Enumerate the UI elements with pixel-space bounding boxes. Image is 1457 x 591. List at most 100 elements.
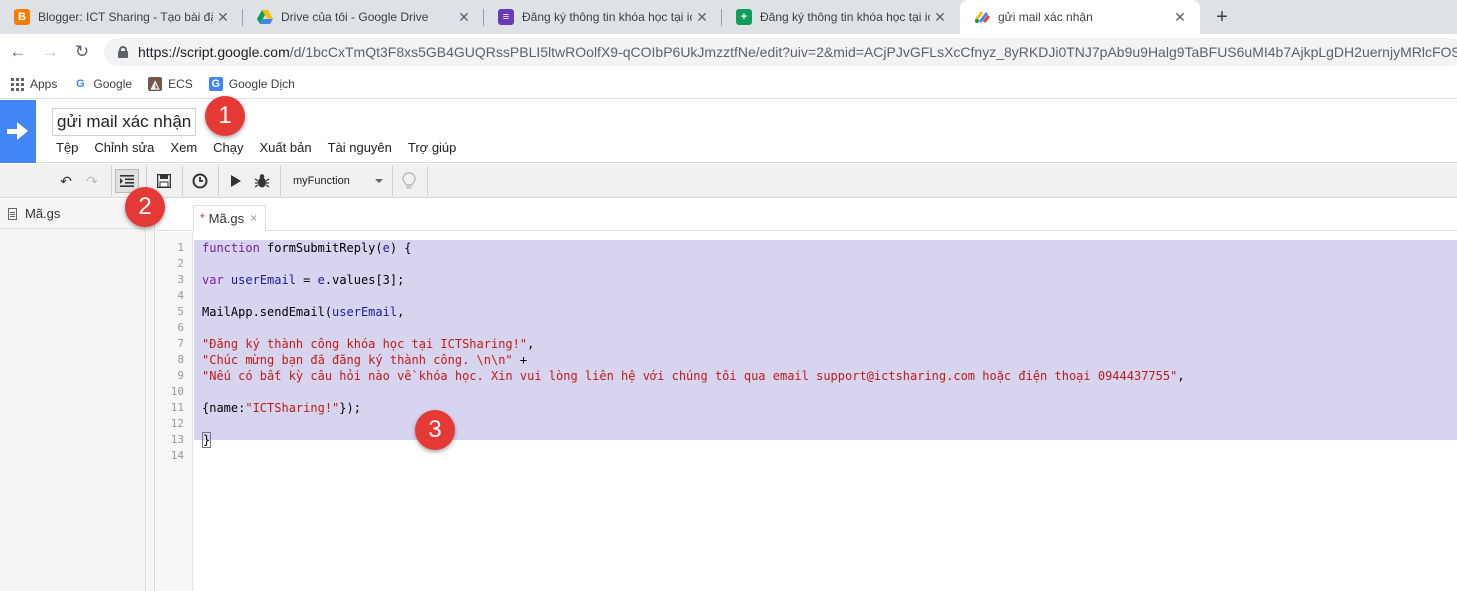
string-literal: "Đăng ký thành công khóa học tại ICTShar…	[202, 337, 528, 351]
line-number: 4	[177, 289, 184, 302]
bookmark-label: Google Dịch	[228, 77, 295, 91]
toolbar-separator	[111, 166, 112, 196]
code-editor[interactable]: function formSubmitReply(e) { var userEm…	[194, 232, 1457, 591]
line-number: 9	[177, 369, 184, 382]
panel-splitter[interactable]	[147, 199, 155, 591]
new-tab-button[interactable]: +	[1210, 5, 1234, 29]
string-literal: "Nếu có bất kỳ câu hỏi nào về khóa học. …	[202, 369, 1178, 383]
tab-label: Mã.gs	[208, 210, 245, 226]
lock-icon	[118, 46, 128, 58]
bookmark-apps[interactable]: Apps	[10, 77, 57, 91]
line-number: 13	[170, 433, 184, 446]
bookmark-google[interactable]: G Google	[73, 77, 132, 91]
close-icon[interactable]: ✕	[1170, 9, 1190, 26]
close-icon[interactable]: ✕	[213, 9, 233, 26]
code-text: ,	[397, 305, 405, 319]
browser-tab-strip: B Blogger: ICT Sharing - Tạo bài đă ✕ Dr…	[0, 0, 1457, 34]
undo-icon[interactable]: ↶	[54, 169, 78, 193]
menu-view[interactable]: Xem	[170, 140, 197, 155]
sheets-icon: +	[736, 9, 752, 25]
url-path: /d/1bcCxTmQt3F8xs5GB4GUQRssPBLI5ltwROolf…	[289, 44, 1457, 60]
menu-help[interactable]: Trợ giúp	[408, 140, 457, 155]
code-text: ,	[527, 337, 535, 351]
apps-script-logo-icon[interactable]	[0, 100, 36, 163]
tab-title: gửi mail xác nhận	[998, 10, 1093, 24]
line-number: 6	[177, 321, 184, 334]
toolbar-separator	[392, 166, 393, 196]
ecs-icon: ◭	[148, 77, 163, 91]
menu-edit[interactable]: Chỉnh sửa	[94, 140, 154, 155]
code-text: {name:	[202, 401, 246, 415]
menu-publish[interactable]: Xuất bản	[260, 140, 312, 155]
debug-bug-icon[interactable]	[250, 169, 274, 193]
browser-tab-sheets[interactable]: + Đăng ký thông tin khóa học tại ic ✕	[722, 0, 960, 34]
code-text: +	[512, 353, 528, 367]
line-number: 12	[170, 417, 184, 430]
line-number: 1	[177, 241, 184, 254]
tab-code-file[interactable]: * Mã.gs ×	[193, 205, 267, 231]
string-literal: "Chúc mừng bạn đã đăng ký thành công. \n…	[202, 353, 513, 367]
toolbar-separator	[427, 166, 428, 196]
forward-arrow-icon[interactable]: →	[38, 40, 62, 64]
menu-bar: Tệp Chỉnh sửa Xem Chạy Xuất bản Tài nguy…	[56, 140, 472, 155]
keyword: function	[202, 241, 260, 255]
project-title-input[interactable]: gửi mail xác nhận	[52, 108, 197, 136]
bookmark-google-translate[interactable]: G Google Dịch	[208, 77, 295, 91]
bookmark-label: ECS	[168, 77, 193, 91]
clock-icon[interactable]	[188, 169, 212, 193]
close-icon[interactable]: ✕	[454, 9, 474, 26]
variable: userEmail	[230, 273, 296, 287]
file-item-label: Mã.gs	[25, 206, 61, 221]
run-icon[interactable]	[224, 169, 248, 193]
menu-run[interactable]: Chạy	[213, 140, 243, 155]
code-text: .values[3];	[324, 273, 405, 287]
function-select[interactable]: myFunction	[285, 169, 389, 193]
apps-grid-icon	[10, 77, 24, 91]
url-host: https://script.google.com	[138, 44, 290, 60]
variable: userEmail	[332, 305, 398, 319]
line-number: 3	[177, 273, 184, 286]
line-number-gutter: 1 2 3 4 5 6 7 8 9 10 11 12 13 14	[156, 232, 193, 591]
toolbar-separator	[280, 166, 281, 196]
back-arrow-icon[interactable]: ←	[6, 40, 30, 64]
file-item[interactable]: Mã.gs	[0, 199, 146, 229]
tab-title: Đăng ký thông tin khóa học tại ic	[760, 10, 930, 24]
code-text: });	[339, 401, 361, 415]
close-icon[interactable]: ✕	[930, 9, 950, 26]
code-line-9: "Nếu có bất kỳ câu hỏi nào về khóa học. …	[202, 368, 1185, 384]
google-icon: G	[76, 78, 85, 90]
address-bar[interactable]: https://script.google.com/d/1bcCxTmQt3F8…	[104, 38, 1457, 66]
bookmark-label: Google	[93, 77, 133, 91]
browser-tab-forms[interactable]: ≡ Đăng ký thông tin khóa học tại ic ✕	[484, 0, 722, 34]
menu-file[interactable]: Tệp	[56, 140, 78, 155]
lightbulb-icon[interactable]	[397, 169, 421, 193]
menu-resources[interactable]: Tài nguyên	[328, 140, 392, 155]
browser-tab-blogger[interactable]: B Blogger: ICT Sharing - Tạo bài đă ✕	[0, 0, 243, 34]
blogger-icon: B	[14, 9, 30, 25]
code-text: formSubmitReply(	[259, 241, 383, 255]
line-number: 14	[170, 449, 184, 462]
close-icon[interactable]: ✕	[692, 9, 712, 26]
unsaved-indicator: *	[200, 211, 205, 225]
matching-bracket: }	[202, 432, 212, 448]
browser-tab-apps-script[interactable]: gửi mail xác nhận ✕	[960, 0, 1200, 34]
file-panel: Mã.gs	[0, 199, 146, 591]
bookmark-ecs[interactable]: ◭ ECS	[148, 77, 193, 91]
line-number: 10	[170, 385, 184, 398]
code-line-5: MailApp.sendEmail(userEmail,	[202, 304, 404, 320]
bookmarks-bar: Apps G Google ◭ ECS G Google Dịch	[0, 70, 1457, 99]
bookmark-label: Apps	[30, 77, 58, 91]
forms-icon: ≡	[498, 9, 514, 25]
close-icon[interactable]: ×	[250, 211, 257, 225]
editor-toolbar: ↶ ↷ myFunction	[0, 164, 1457, 198]
browser-tab-drive[interactable]: Drive của tôi - Google Drive ✕	[243, 0, 484, 34]
apps-script-icon	[974, 9, 990, 25]
reload-icon[interactable]: ↻	[70, 40, 94, 64]
code-text: MailApp.sendEmail(	[202, 305, 333, 319]
tab-title: Đăng ký thông tin khóa học tại ic	[522, 10, 692, 24]
redo-icon[interactable]: ↷	[80, 169, 104, 193]
chevron-down-icon	[375, 179, 383, 183]
code-line-8: "Chúc mừng bạn đã đăng ký thành công. \n…	[202, 352, 527, 368]
code-line-11: {name:"ICTSharing!"});	[202, 400, 361, 416]
drive-icon	[257, 9, 273, 25]
